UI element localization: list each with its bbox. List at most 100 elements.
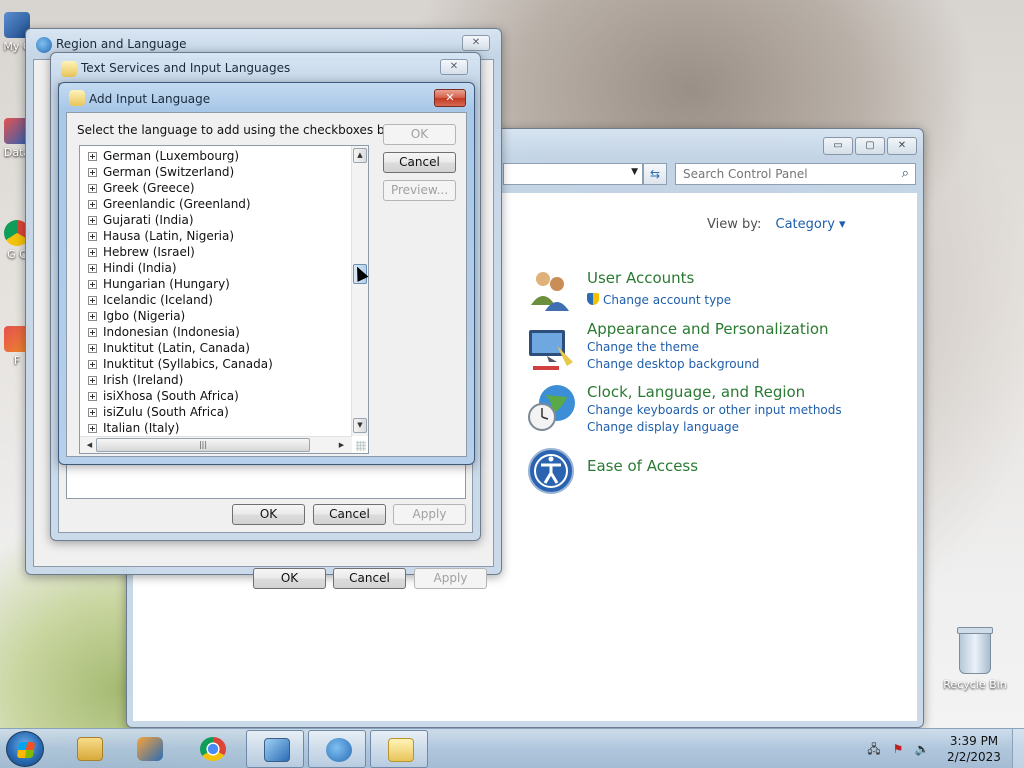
start-button[interactable] (6, 731, 44, 767)
category-link[interactable]: Change keyboards or other input methods (587, 403, 842, 417)
network-icon[interactable]: 🖧 (866, 741, 882, 757)
cancel-button[interactable]: Cancel (333, 568, 406, 589)
scroll-thumb[interactable]: ||| (96, 438, 310, 452)
expand-icon[interactable] (88, 392, 97, 401)
tree-item[interactable]: Icelandic (Iceland) (80, 292, 350, 308)
search-box[interactable]: ⌕ (675, 163, 916, 185)
search-icon[interactable]: ⌕ (902, 166, 909, 181)
tree-item-label: Indonesian (Indonesia) (103, 325, 240, 339)
tree-item[interactable]: isiXhosa (South Africa) (80, 388, 350, 404)
category-heading[interactable]: Clock, Language, and Region (587, 383, 805, 401)
add-input-language-dialog: Add Input Language ✕ Select the language… (58, 82, 475, 465)
taskbar-text-services[interactable] (370, 730, 428, 768)
resize-grip[interactable] (356, 441, 366, 451)
expand-icon[interactable] (88, 168, 97, 177)
tree-item-label: Greek (Greece) (103, 181, 195, 195)
clock-globe-icon (527, 383, 577, 433)
keyboard-icon (388, 738, 414, 762)
scroll-up-button[interactable]: ▲ (353, 148, 367, 163)
category-heading[interactable]: User Accounts (587, 269, 694, 287)
tree-item[interactable]: Irish (Ireland) (80, 372, 350, 388)
category-link[interactable]: Change the theme (587, 340, 699, 354)
scroll-down-button[interactable]: ▼ (353, 418, 367, 433)
window-title: Region and Language (56, 37, 187, 51)
tree-item[interactable]: Hausa (Latin, Nigeria) (80, 228, 350, 244)
maximize-button[interactable]: ▢ (855, 137, 885, 155)
expand-icon[interactable] (88, 360, 97, 369)
cancel-button[interactable]: Cancel (383, 152, 456, 173)
taskbar-chrome[interactable] (183, 730, 241, 768)
tree-item[interactable]: Greenlandic (Greenland) (80, 196, 350, 212)
category-link[interactable]: Change account type (587, 293, 731, 307)
close-button[interactable]: ✕ (462, 35, 490, 51)
tree-item[interactable]: Inuktitut (Syllabics, Canada) (80, 356, 350, 372)
scroll-right-button[interactable]: ▶ (334, 438, 349, 452)
ok-button[interactable]: OK (232, 504, 305, 525)
volume-icon[interactable]: 🔈 (914, 741, 930, 757)
scroll-left-button[interactable]: ◀ (82, 438, 97, 452)
search-input[interactable] (676, 164, 886, 184)
tree-item-label: isiXhosa (South Africa) (103, 389, 239, 403)
expand-icon[interactable] (88, 232, 97, 241)
expand-icon[interactable] (88, 296, 97, 305)
cancel-button[interactable]: Cancel (313, 504, 386, 525)
expand-icon[interactable] (88, 408, 97, 417)
view-by-dropdown[interactable]: Category ▾ (776, 217, 846, 232)
expand-icon[interactable] (88, 152, 97, 161)
tree-item[interactable]: isiZulu (South Africa) (80, 404, 350, 420)
ok-button[interactable]: OK (253, 568, 326, 589)
apply-button[interactable]: Apply (414, 568, 487, 589)
tree-item[interactable]: Inuktitut (Latin, Canada) (80, 340, 350, 356)
close-button[interactable]: ✕ (434, 89, 466, 107)
chevron-down-icon[interactable]: ▼ (631, 167, 638, 177)
close-button[interactable]: ✕ (887, 137, 917, 155)
show-desktop-button[interactable] (1012, 729, 1024, 768)
expand-icon[interactable] (88, 248, 97, 257)
expand-icon[interactable] (88, 216, 97, 225)
tree-item[interactable]: Italian (Italy) (80, 420, 350, 436)
expand-icon[interactable] (88, 184, 97, 193)
tree-item[interactable]: Hindi (India) (80, 260, 350, 276)
close-button[interactable]: ✕ (440, 59, 468, 75)
horizontal-scrollbar[interactable]: ◀ ||| ▶ (80, 436, 352, 453)
expand-icon[interactable] (88, 328, 97, 337)
tree-item[interactable]: Indonesian (Indonesia) (80, 324, 350, 340)
desktop-icon-recycle-bin[interactable]: Recycle Bin (940, 627, 1010, 691)
tree-item-label: isiZulu (South Africa) (103, 405, 229, 419)
language-list: German (Luxembourg) German (Switzerland)… (80, 148, 350, 436)
tree-item[interactable]: Hebrew (Israel) (80, 244, 350, 260)
taskbar-region-language[interactable] (308, 730, 366, 768)
clock[interactable]: 3:39 PM 2/2/2023 (944, 733, 1004, 765)
tree-item[interactable]: Gujarati (India) (80, 212, 350, 228)
category-heading[interactable]: Appearance and Personalization (587, 320, 829, 338)
expand-icon[interactable] (88, 424, 97, 433)
expand-icon[interactable] (88, 312, 97, 321)
vertical-scrollbar[interactable]: ▲ ▼ (351, 146, 368, 436)
category-heading[interactable]: Ease of Access (587, 457, 698, 475)
taskbar-control-panel[interactable] (246, 730, 304, 768)
expand-icon[interactable] (88, 280, 97, 289)
tree-item[interactable]: Greek (Greece) (80, 180, 350, 196)
tree-item[interactable]: Igbo (Nigeria) (80, 308, 350, 324)
expand-icon[interactable] (88, 264, 97, 273)
category-link[interactable]: Change desktop background (587, 357, 759, 371)
expand-icon[interactable] (88, 200, 97, 209)
windows-logo-icon (16, 742, 36, 758)
preview-button[interactable]: Preview... (383, 180, 456, 201)
tree-item[interactable]: Hungarian (Hungary) (80, 276, 350, 292)
refresh-button[interactable]: ⇆ (643, 163, 667, 185)
expand-icon[interactable] (88, 344, 97, 353)
address-bar[interactable]: ▼ (503, 163, 643, 185)
action-center-icon[interactable]: ⚑ (890, 741, 906, 757)
tree-item[interactable]: German (Switzerland) (80, 164, 350, 180)
expand-icon[interactable] (88, 376, 97, 385)
taskbar-explorer[interactable] (60, 730, 118, 768)
minimize-button[interactable]: ▭ (823, 137, 853, 155)
category-link[interactable]: Change display language (587, 420, 739, 434)
taskbar-media-player[interactable] (120, 730, 178, 768)
language-tree[interactable]: German (Luxembourg) German (Switzerland)… (79, 145, 369, 454)
apply-button[interactable]: Apply (393, 504, 466, 525)
tree-item[interactable]: German (Luxembourg) (80, 148, 350, 164)
ok-button[interactable]: OK (383, 124, 456, 145)
display-icon (527, 326, 577, 376)
